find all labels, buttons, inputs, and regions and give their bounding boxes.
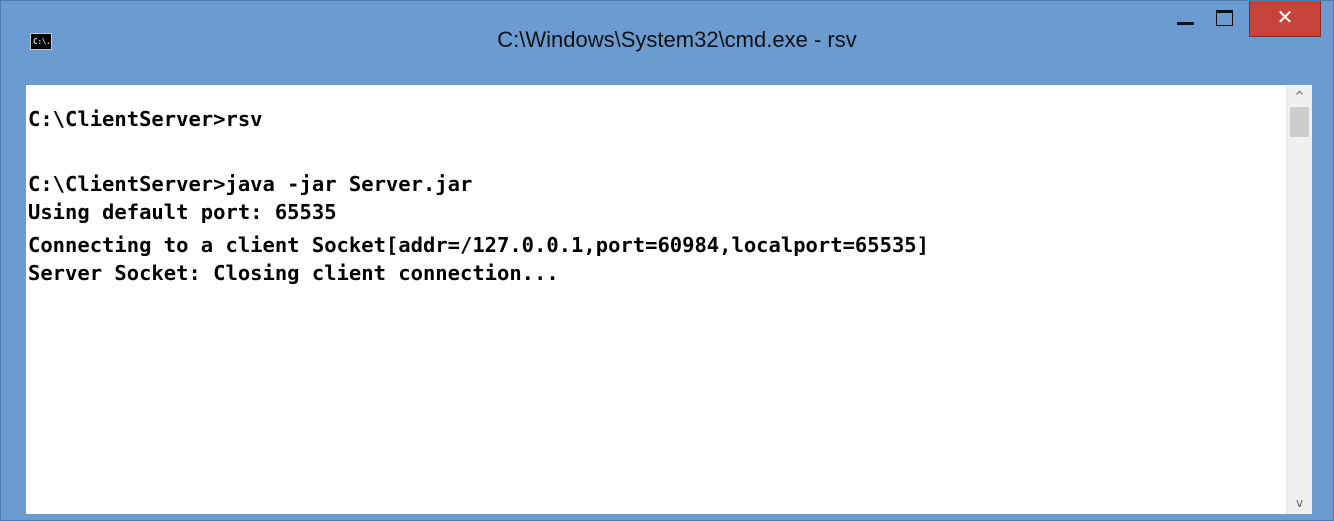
window-title: C:\Windows\System32\cmd.exe - rsv: [497, 27, 857, 52]
cmd-window: C:\. C:\Windows\System32\cmd.exe - rsv ✕…: [0, 0, 1334, 521]
scroll-down-arrow-icon[interactable]: v: [1287, 492, 1312, 514]
console-line: Server Socket: Closing client connection…: [28, 261, 559, 285]
console-line: Using default port: 65535: [28, 200, 337, 224]
title-bar[interactable]: C:\. C:\Windows\System32\cmd.exe - rsv ✕: [1, 1, 1333, 85]
console-line: C:\ClientServer>java -jar Server.jar: [28, 172, 473, 196]
console-line: Connecting to a client Socket[addr=/127.…: [28, 233, 929, 257]
console-output[interactable]: C:\ClientServer>rsv C:\ClientServer>java…: [26, 85, 1286, 514]
maximize-button[interactable]: [1206, 1, 1246, 37]
vertical-scrollbar[interactable]: ^ v: [1286, 85, 1312, 514]
console-line: C:\ClientServer>rsv: [28, 107, 263, 131]
scroll-up-arrow-icon[interactable]: ^: [1287, 85, 1312, 107]
close-button[interactable]: ✕: [1249, 1, 1321, 37]
close-icon: ✕: [1276, 5, 1294, 29]
minimize-button[interactable]: [1166, 1, 1206, 37]
scrollbar-thumb[interactable]: [1290, 107, 1309, 137]
console-area[interactable]: C:\ClientServer>rsv C:\ClientServer>java…: [26, 85, 1312, 514]
minimize-icon: [1177, 22, 1194, 25]
maximize-icon: [1216, 10, 1233, 26]
